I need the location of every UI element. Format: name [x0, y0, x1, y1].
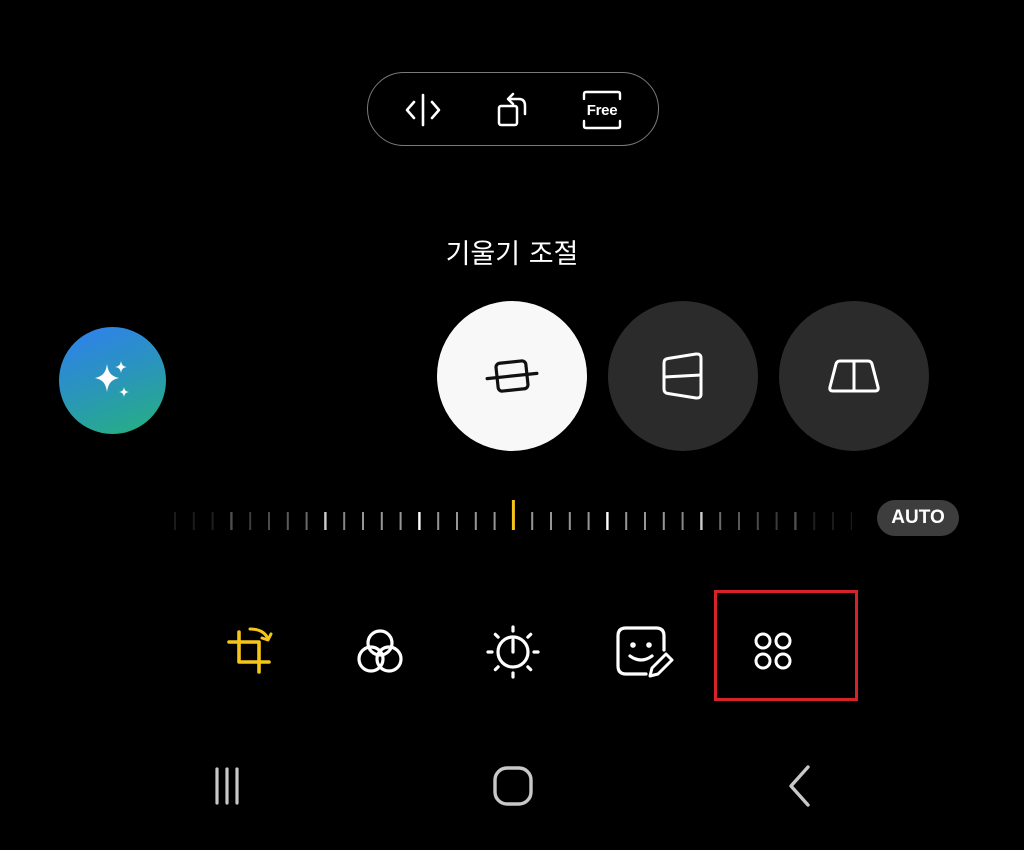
- vertical-perspective-icon: [828, 359, 880, 393]
- nav-back[interactable]: [765, 755, 835, 817]
- sun-ray: [526, 665, 533, 672]
- angle-ruler[interactable]: [172, 500, 852, 540]
- vertical-perspective-button[interactable]: [779, 301, 929, 451]
- transform-toolbar: Free: [367, 72, 659, 146]
- back-icon: [789, 765, 810, 807]
- rotate-icon: [497, 92, 527, 127]
- highlight-box: [714, 590, 858, 701]
- sun-ray: [493, 632, 500, 639]
- home-icon: [493, 766, 533, 806]
- filters-icon: [357, 629, 403, 673]
- tool-filters[interactable]: [344, 616, 416, 688]
- straighten-mode-button[interactable]: [437, 301, 587, 451]
- tool-brightness[interactable]: [477, 616, 549, 688]
- adjust-mode-title: 기울기 조절: [445, 239, 579, 270]
- recent-apps-icon: [215, 767, 239, 805]
- sun-ray: [526, 632, 533, 639]
- brightness-icon: [486, 625, 540, 679]
- free-ratio-button[interactable]: Free: [579, 87, 625, 133]
- ai-edit-button[interactable]: [59, 327, 166, 434]
- free-ratio-icon: Free: [582, 90, 622, 130]
- sticker-icon: [616, 626, 674, 678]
- sun-ray: [493, 665, 500, 672]
- rotate-button[interactable]: [488, 87, 534, 133]
- flip-horizontal-icon: [405, 93, 441, 127]
- free-label: Free: [587, 102, 618, 119]
- horizontal-perspective-button[interactable]: [608, 301, 758, 451]
- crop-rotate-icon: [227, 627, 273, 674]
- nav-recent-apps[interactable]: [192, 755, 262, 817]
- straighten-icon: [485, 359, 539, 393]
- tool-sticker[interactable]: [606, 616, 678, 688]
- tool-crop[interactable]: [213, 616, 285, 688]
- horizontal-perspective-icon: [662, 352, 703, 400]
- nav-home[interactable]: [478, 755, 548, 817]
- auto-button[interactable]: AUTO: [877, 500, 959, 536]
- sparkle-icon: [94, 360, 129, 397]
- flip-button[interactable]: [400, 87, 446, 133]
